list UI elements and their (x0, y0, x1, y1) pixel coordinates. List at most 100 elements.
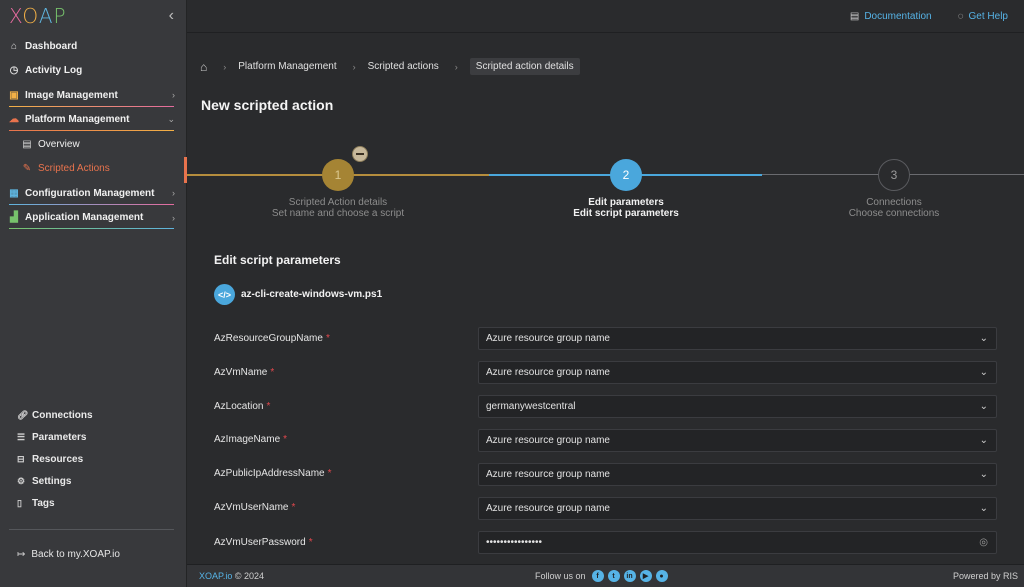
xoap-logo[interactable]: XOAP (9, 4, 67, 28)
sidebar-item-dashboard[interactable]: ⌂ Dashboard (0, 34, 186, 59)
script-name-row: </> az-cli-create-windows-vm.ps1 (214, 284, 382, 305)
az-resource-group-name-select[interactable]: Azure resource group name ⌄ (478, 327, 997, 350)
chevron-down-icon: ⌄ (979, 503, 988, 514)
step-subtitle: Set name and choose a script (271, 208, 405, 219)
sidebar-item-application-management[interactable]: ▟ Application Management › (0, 206, 186, 231)
linkedin-icon[interactable]: in (623, 570, 636, 582)
exit-icon: ↦ (17, 549, 26, 560)
top-divider (187, 32, 1024, 33)
link-icon: 🔗︎ (17, 409, 29, 420)
gradient-underline (9, 228, 174, 229)
breadcrumb-item-scripted-actions[interactable]: Scripted actions (368, 61, 439, 72)
sidebar-item-platform-management[interactable]: ☁ Platform Management ⌄ (0, 108, 186, 133)
sidebar-item-label: Overview (38, 138, 80, 150)
az-image-name-select[interactable]: Azure resource group name ⌄ (478, 429, 997, 452)
step-number: 1 (334, 168, 342, 182)
breadcrumb-separator-icon: › (454, 61, 458, 72)
az-vm-name-select[interactable]: Azure resource group name ⌄ (478, 361, 997, 384)
config-icon: ▦ (9, 187, 19, 199)
step-title: Edit parameters (588, 197, 664, 208)
step-1-circle[interactable]: 1 (322, 159, 354, 191)
step-3-text: Connections Choose connections (794, 197, 994, 219)
list-icon: ☰ (17, 431, 26, 442)
chevron-left-icon[interactable]: ‹ (169, 7, 174, 25)
script-name: az-cli-create-windows-vm.ps1 (241, 289, 383, 300)
az-vm-user-name-select[interactable]: Azure resource group name ⌄ (478, 497, 997, 520)
breadcrumb: ⌂ › Platform Management › Scripted actio… (200, 58, 580, 75)
chevron-down-icon: ⌄ (979, 401, 988, 412)
documentation-label: Documentation (864, 10, 932, 22)
sidebar-item-configuration-management[interactable]: ▦ Configuration Management › (0, 181, 186, 206)
step-3-circle[interactable]: 3 (878, 159, 910, 191)
field-label-az-resource-group-name: AzResourceGroupName * (214, 333, 330, 344)
step-title: Connections (866, 197, 922, 208)
required-mark: * (327, 468, 332, 479)
page-title: New scripted action (201, 97, 334, 113)
field-label-az-location: AzLocation * (214, 401, 271, 412)
sidebar-divider (9, 529, 174, 530)
sidebar-item-label: Parameters (32, 431, 87, 443)
sidebar-item-label: Dashboard (25, 40, 78, 52)
step-1-text: Scripted Action details Set name and cho… (238, 197, 438, 219)
sidebar-item-label: Image Management (25, 89, 118, 101)
sidebar-item-label: Activity Log (25, 65, 83, 77)
copyright-text: © 2024 (234, 571, 265, 581)
github-icon[interactable]: ● (655, 570, 668, 582)
chevron-right-icon: › (172, 188, 175, 199)
main-nav: ⌂ Dashboard ◷ Activity Log ▣ Image Manag… (0, 34, 186, 230)
step-2-circle[interactable]: 2 (610, 159, 642, 191)
code-icon: </> (214, 284, 235, 305)
sidebar-item-overview[interactable]: ▤ Overview (0, 132, 186, 157)
get-help-link[interactable]: ◌ Get Help (958, 11, 1008, 22)
sidebar-item-tags[interactable]: ▯ Tags (0, 492, 187, 514)
breadcrumb-item-current: Scripted action details (469, 58, 580, 75)
bottom-nav: 🔗︎ Connections ☰ Parameters ⊟ Resources … (0, 404, 187, 514)
sidebar-item-image-management[interactable]: ▣ Image Management › (0, 83, 186, 108)
breadcrumb-item-platform-management[interactable]: Platform Management (238, 61, 336, 72)
az-vm-user-password-field[interactable]: •••••••••••••••• ◎ (478, 531, 997, 554)
sidebar-item-label: Tags (32, 497, 55, 509)
facebook-icon[interactable]: f (591, 570, 604, 582)
sidebar-item-resources[interactable]: ⊟ Resources (0, 448, 187, 470)
sidebar-item-activity-log[interactable]: ◷ Activity Log (0, 59, 186, 84)
eye-slash-icon[interactable]: ◎ (979, 537, 988, 548)
chevron-down-icon: ⌄ (979, 333, 988, 344)
chevron-down-icon: ⌄ (979, 435, 988, 446)
required-mark: * (325, 333, 330, 344)
chevron-right-icon: › (172, 90, 175, 101)
back-link[interactable]: ↦ Back to my.XOAP.io (17, 549, 120, 560)
required-mark: * (291, 502, 296, 513)
sidebar-item-connections[interactable]: 🔗︎ Connections (0, 404, 187, 426)
youtube-icon[interactable]: ▶ (639, 570, 652, 582)
section-title: Edit script parameters (214, 253, 341, 267)
topbar: ▤ Documentation ◌ Get Help (187, 0, 1024, 32)
back-label: Back to my.XOAP.io (31, 549, 120, 560)
field-label-az-vm-name: AzVmName * (214, 367, 275, 378)
sidebar-item-label: Configuration Management (25, 187, 155, 199)
required-mark: * (283, 434, 288, 445)
active-indicator (184, 157, 187, 183)
footer-brand-link[interactable]: XOAP.io (199, 571, 232, 581)
home-icon: ⌂ (10, 40, 18, 52)
bookmark-icon: ▯ (17, 497, 22, 508)
sidebar-item-settings[interactable]: ⚙ Settings (0, 470, 187, 492)
home-icon[interactable]: ⌂ (200, 60, 207, 74)
field-label-az-vm-user-name: AzVmUserName * (214, 502, 296, 513)
gear-icon: ⚙ (17, 475, 26, 486)
sidebar-item-parameters[interactable]: ☰ Parameters (0, 426, 187, 448)
gradient-underline (9, 203, 174, 205)
documentation-link[interactable]: ▤ Documentation (850, 11, 932, 22)
minus-badge-icon (352, 146, 368, 162)
twitter-icon[interactable]: t (607, 570, 620, 582)
sidebar: XOAP ‹ ⌂ Dashboard ◷ Activity Log ▣ Imag… (0, 0, 187, 587)
az-public-ip-address-name-select[interactable]: Azure resource group name ⌄ (478, 463, 997, 486)
apps-icon: ▟ (10, 212, 18, 224)
sidebar-item-scripted-actions[interactable]: ✎ Scripted Actions (0, 157, 186, 182)
gradient-underline (9, 130, 174, 131)
required-mark: * (270, 367, 275, 378)
images-icon: ▣ (9, 89, 19, 101)
az-location-select[interactable]: germanywestcentral ⌄ (478, 395, 997, 418)
required-mark: * (308, 537, 313, 548)
step-2-text: Edit parameters Edit script parameters (526, 197, 726, 219)
step-number: 2 (622, 168, 630, 182)
